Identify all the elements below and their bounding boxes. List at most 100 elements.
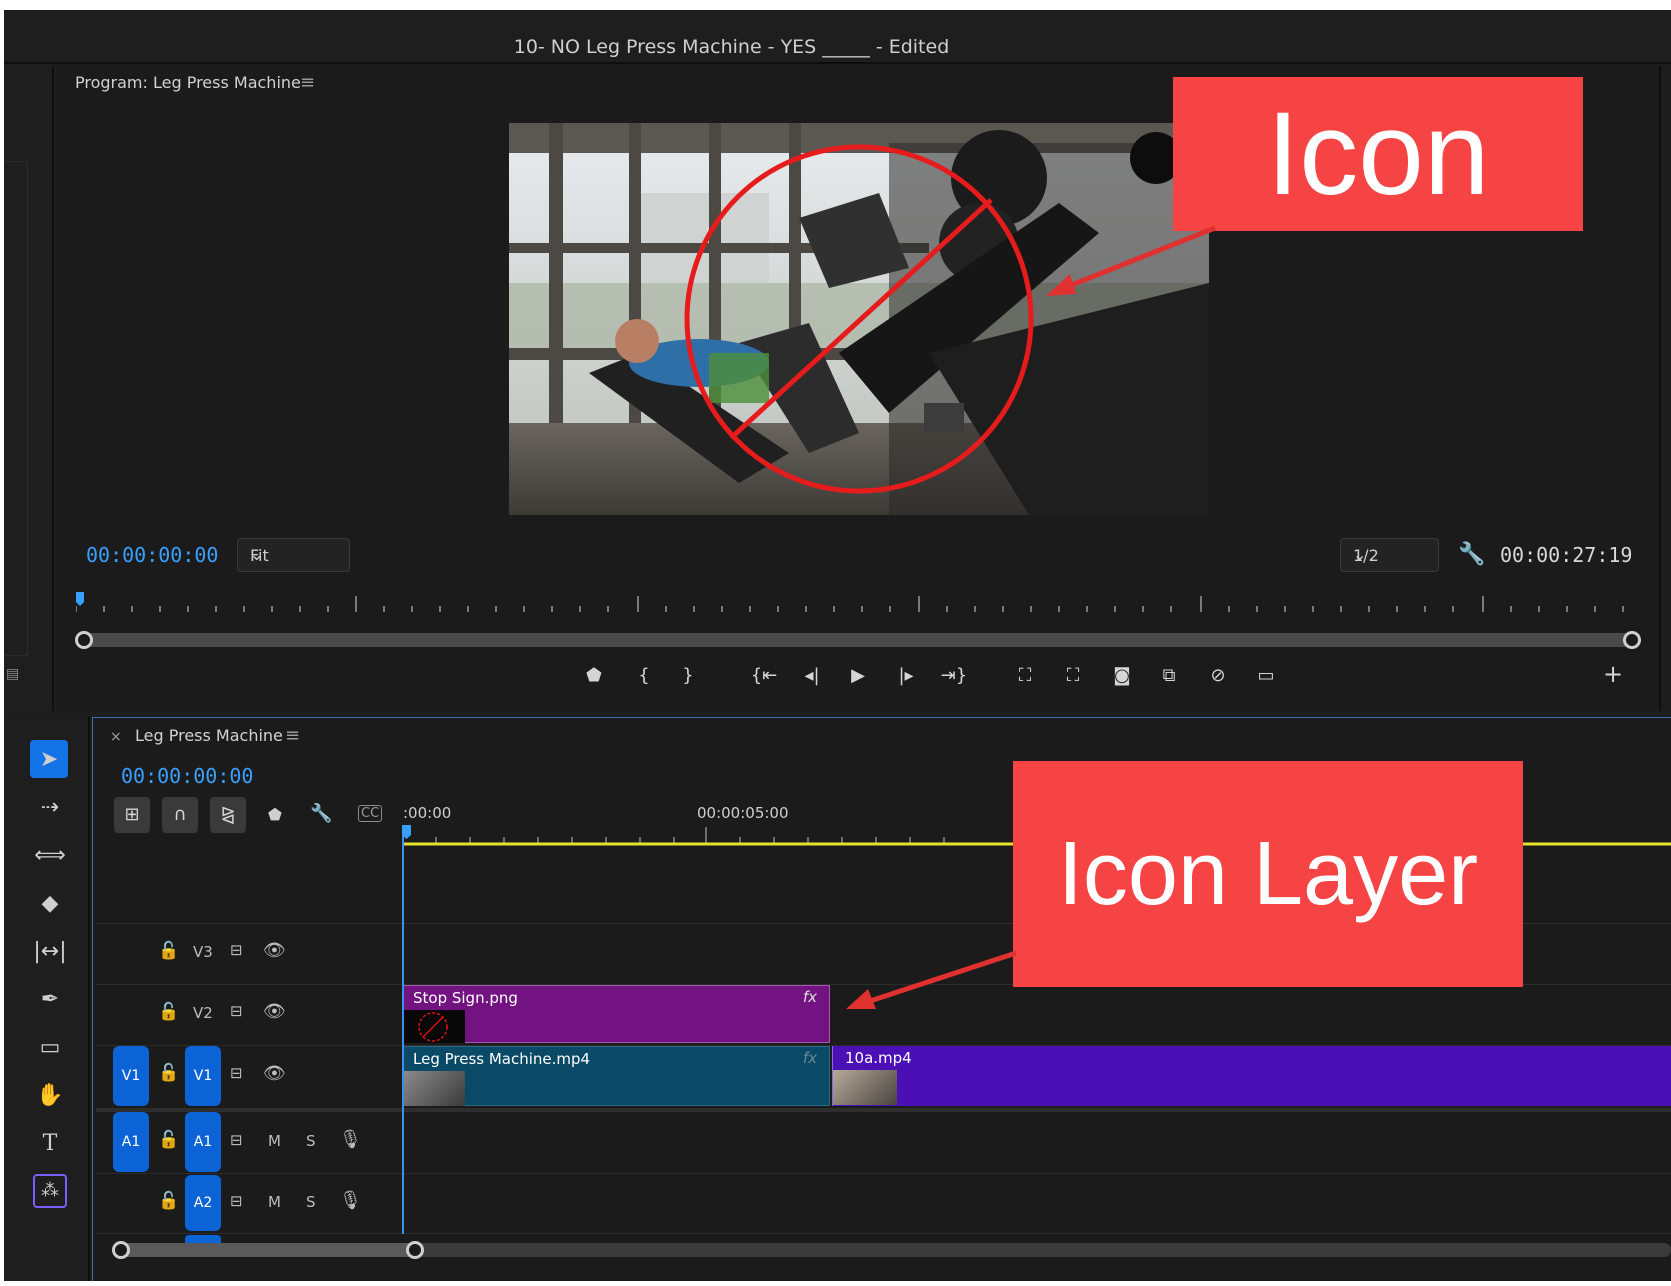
- title-bar: 10- NO Leg Press Machine - YES _____ - E…: [4, 10, 1671, 64]
- hamburger-menu-icon[interactable]: ≡: [300, 72, 315, 93]
- fx-badge[interactable]: fx: [803, 988, 817, 1006]
- track-divider: [96, 1173, 1671, 1174]
- track-name-v3: V3: [193, 943, 213, 961]
- source-patch-v1[interactable]: V1: [113, 1046, 149, 1106]
- chevron-down-icon: ⌄: [250, 545, 264, 564]
- lift-icon[interactable]: ⛶: [1010, 665, 1040, 687]
- pen-tool-icon[interactable]: ✒: [30, 980, 70, 1020]
- wrench-icon[interactable]: 🔧: [310, 803, 332, 824]
- clip-name: Leg Press Machine.mp4: [413, 1050, 591, 1068]
- lock-icon[interactable]: 🔓: [158, 1130, 179, 1150]
- callout-icon: Icon: [1173, 77, 1583, 231]
- track-divider: [96, 1233, 1671, 1234]
- slip-tool-icon[interactable]: |↔|: [30, 932, 70, 972]
- play-icon[interactable]: ▶: [846, 665, 870, 687]
- lock-icon[interactable]: 🔓: [158, 1002, 179, 1022]
- zoom-level-select[interactable]: Fit ⌄: [237, 538, 350, 572]
- snap-icon[interactable]: ∩: [162, 797, 198, 833]
- lock-icon[interactable]: 🔓: [158, 1063, 179, 1083]
- solo-button[interactable]: S: [306, 1132, 316, 1150]
- eye-icon[interactable]: 👁: [263, 1063, 286, 1084]
- go-to-out-icon[interactable]: ⇥}: [940, 665, 968, 687]
- eye-icon[interactable]: 👁: [263, 940, 286, 961]
- sync-lock-icon[interactable]: ⊟: [230, 1002, 243, 1020]
- clip-thumbnail: [833, 1070, 897, 1105]
- monitor-zoom-scrollbar[interactable]: [78, 633, 1638, 647]
- sync-lock-icon[interactable]: ⊟: [230, 1131, 243, 1149]
- camera-icon[interactable]: ◙: [1108, 665, 1136, 687]
- monitor-time-ruler[interactable]: [76, 590, 1636, 614]
- hand-tool-icon[interactable]: ✋: [30, 1076, 70, 1116]
- wrench-icon[interactable]: 🔧: [1458, 542, 1485, 567]
- clip-thumbnail: [403, 1010, 465, 1043]
- mark-in-icon[interactable]: {: [632, 665, 656, 687]
- extract-icon[interactable]: ⛶: [1058, 665, 1088, 687]
- sync-lock-icon[interactable]: ⊟: [230, 941, 243, 959]
- sequence-tab[interactable]: Leg Press Machine: [135, 726, 283, 745]
- ripple-edit-tool-icon[interactable]: ⟺: [30, 836, 70, 876]
- go-to-in-icon[interactable]: {⇤: [750, 665, 778, 687]
- solo-button[interactable]: S: [306, 1193, 316, 1211]
- callout-icon-arrow: [1046, 225, 1216, 296]
- zoom-handle-right[interactable]: [1623, 631, 1641, 649]
- video-preview: [509, 123, 1209, 515]
- proxy-toggle-icon[interactable]: ⊘: [1204, 665, 1232, 687]
- playhead-line[interactable]: [402, 836, 404, 1234]
- ruler-label-start: :00:00: [403, 804, 452, 822]
- step-forward-icon[interactable]: |▸: [894, 665, 918, 687]
- captions-icon[interactable]: CC: [358, 805, 383, 822]
- close-icon[interactable]: ×: [110, 729, 122, 745]
- eye-icon[interactable]: 👁: [263, 1001, 286, 1022]
- track-target-a1[interactable]: A1: [185, 1112, 221, 1172]
- clip-10a[interactable]: 10a.mp4: [832, 1046, 1671, 1106]
- track-select-tool-icon[interactable]: ⇢: [30, 788, 70, 828]
- step-back-icon[interactable]: ◂|: [800, 665, 824, 687]
- mute-button[interactable]: M: [268, 1132, 281, 1150]
- timeline-zoom-handle-right[interactable]: [406, 1241, 424, 1259]
- mark-out-icon[interactable]: }: [676, 665, 700, 687]
- sync-lock-icon[interactable]: ⊟: [230, 1064, 243, 1082]
- add-button-icon[interactable]: +: [1600, 662, 1626, 686]
- track-name-v2: V2: [193, 1004, 213, 1022]
- remix-tool-icon[interactable]: ⁂: [33, 1174, 67, 1208]
- mute-button[interactable]: M: [268, 1193, 281, 1211]
- duration-timecode: 00:00:27:19: [1500, 543, 1633, 567]
- razor-tool-icon[interactable]: ◆: [30, 884, 70, 924]
- lock-icon[interactable]: 🔓: [158, 941, 179, 961]
- selection-tool-icon[interactable]: ➤: [30, 740, 68, 778]
- program-monitor-title: Program: Leg Press Machine: [75, 73, 301, 92]
- microphone-icon[interactable]: 🎙: [339, 1190, 362, 1211]
- clip-thumbnail: [403, 1071, 465, 1106]
- timeline-zoom-handle-left[interactable]: [112, 1241, 130, 1259]
- video-frame-art: [509, 123, 1209, 515]
- microphone-icon[interactable]: 🎙: [339, 1129, 362, 1150]
- timeline-timecode[interactable]: 00:00:00:00: [121, 764, 253, 788]
- callout-icon-layer: Icon Layer: [1013, 761, 1523, 987]
- type-tool-icon[interactable]: T: [30, 1124, 70, 1164]
- comparison-view-icon[interactable]: ⧉: [1154, 665, 1184, 687]
- timeline-scroll-thumb[interactable]: [120, 1243, 418, 1257]
- track-target-a2[interactable]: A2: [185, 1175, 221, 1231]
- safe-margins-icon[interactable]: ▭: [1250, 665, 1282, 687]
- source-patch-a1[interactable]: A1: [113, 1112, 149, 1172]
- fx-badge[interactable]: fx: [803, 1049, 817, 1067]
- playhead-timecode[interactable]: 00:00:00:00: [86, 543, 218, 567]
- callout-icon-layer-arrow: [846, 950, 1017, 1009]
- rectangle-tool-icon[interactable]: ▭: [30, 1028, 70, 1068]
- clip-leg-press[interactable]: Leg Press Machine.mp4 fx: [402, 1046, 830, 1106]
- add-marker-icon[interactable]: ⬟: [582, 665, 606, 687]
- add-marker-icon[interactable]: ⬟: [268, 805, 282, 824]
- sync-lock-icon[interactable]: ⊟: [230, 1192, 243, 1210]
- lock-icon[interactable]: 🔓: [158, 1191, 179, 1211]
- clip-stop-sign[interactable]: Stop Sign.png fx: [402, 985, 830, 1043]
- video-audio-divider: [96, 1108, 1671, 1112]
- linked-selection-icon[interactable]: ⧎: [210, 797, 246, 833]
- nest-sequence-icon[interactable]: ⊞: [114, 797, 150, 833]
- hamburger-menu-icon[interactable]: ≡: [285, 725, 300, 746]
- ruler-label-5s: 00:00:05:00: [697, 804, 789, 822]
- zoom-handle-left[interactable]: [75, 631, 93, 649]
- track-target-v1[interactable]: V1: [185, 1046, 221, 1106]
- panel-frame: [4, 161, 28, 656]
- panel-toggle-icon[interactable]: ▤: [6, 666, 19, 682]
- playback-resolution-select[interactable]: 1/2 ⌄: [1340, 538, 1439, 572]
